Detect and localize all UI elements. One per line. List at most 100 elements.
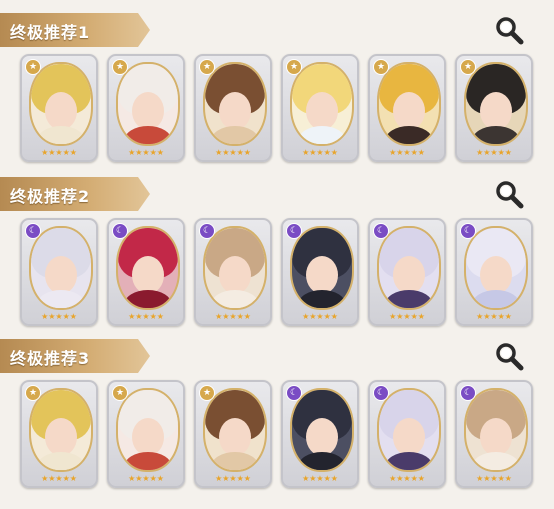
character-portrait: [377, 226, 441, 310]
star-rating: ★★★★★: [215, 312, 251, 321]
character-outfit: [37, 290, 85, 308]
character-portrait: [116, 62, 180, 146]
star-rating: ★★★★★: [302, 474, 338, 483]
character-portrait: [290, 388, 354, 472]
character-outfit: [472, 290, 520, 308]
section-banner: 终极推荐2: [0, 177, 150, 211]
magnifier-icon[interactable]: [494, 341, 524, 371]
magnifier-icon[interactable]: [494, 15, 524, 45]
section-banner: 终极推荐3: [0, 339, 150, 373]
character-card-red-hair[interactable]: ☾ ★★★★★: [107, 218, 185, 326]
character-portrait: [116, 388, 180, 472]
character-portrait: [203, 388, 267, 472]
character-portrait: [290, 226, 354, 310]
rarity-moon-badge-icon: ☾: [373, 223, 389, 239]
rarity-moon-badge-icon: ☾: [460, 223, 476, 239]
rarity-moon-badge-icon: ☾: [25, 223, 41, 239]
character-portrait: [377, 62, 441, 146]
character-face: [306, 92, 338, 130]
rarity-star-badge-icon: ★: [112, 385, 128, 401]
star-rating: ★★★★★: [476, 474, 512, 483]
character-face: [393, 92, 425, 130]
star-rating: ★★★★★: [389, 474, 425, 483]
rarity-star-badge-icon: ★: [286, 59, 302, 75]
rarity-star-badge-icon: ★: [199, 59, 215, 75]
character-card-blonde-hero[interactable]: ★ ★★★★★: [20, 380, 98, 488]
character-outfit: [385, 290, 433, 308]
character-card-dark-knight[interactable]: ☾ ★★★★★: [281, 380, 359, 488]
character-face: [219, 256, 251, 294]
rarity-star-badge-icon: ★: [25, 385, 41, 401]
character-outfit: [37, 126, 85, 144]
magnifier-icon[interactable]: [494, 179, 524, 209]
character-portrait: [116, 226, 180, 310]
character-card-brown-hair[interactable]: ★ ★★★★★: [194, 380, 272, 488]
character-card-light-brown-maid[interactable]: ☾ ★★★★★: [194, 218, 272, 326]
character-card-brown-hair[interactable]: ★ ★★★★★: [194, 54, 272, 162]
rarity-moon-badge-icon: ☾: [199, 223, 215, 239]
character-face: [306, 418, 338, 456]
character-card-blonde-hero[interactable]: ★ ★★★★★: [20, 54, 98, 162]
character-card-lavender-hair[interactable]: ☾ ★★★★★: [368, 218, 446, 326]
rarity-moon-badge-icon: ☾: [373, 385, 389, 401]
character-card-blonde-white-hat[interactable]: ★ ★★★★★: [281, 54, 359, 162]
character-portrait: [203, 62, 267, 146]
star-rating: ★★★★★: [41, 474, 77, 483]
star-rating: ★★★★★: [389, 148, 425, 157]
star-rating: ★★★★★: [215, 474, 251, 483]
star-rating: ★★★★★: [476, 148, 512, 157]
star-rating: ★★★★★: [128, 474, 164, 483]
character-outfit: [211, 290, 259, 308]
character-outfit: [472, 452, 520, 470]
rarity-star-badge-icon: ★: [112, 59, 128, 75]
character-outfit: [211, 126, 259, 144]
star-rating: ★★★★★: [128, 148, 164, 157]
star-rating: ★★★★★: [302, 312, 338, 321]
character-outfit: [298, 452, 346, 470]
character-face: [393, 418, 425, 456]
character-card-gold-ornate[interactable]: ★ ★★★★★: [368, 54, 446, 162]
star-rating: ★★★★★: [389, 312, 425, 321]
character-card-light-brown-maid[interactable]: ☾ ★★★★★: [455, 380, 533, 488]
rarity-moon-badge-icon: ☾: [112, 223, 128, 239]
character-card-silver-maid[interactable]: ☾ ★★★★★: [20, 218, 98, 326]
character-face: [306, 256, 338, 294]
character-card-white-red-hat[interactable]: ★ ★★★★★: [107, 54, 185, 162]
character-outfit: [298, 126, 346, 144]
character-outfit: [124, 452, 172, 470]
character-card-white-bonnet[interactable]: ☾ ★★★★★: [455, 218, 533, 326]
character-portrait: [290, 62, 354, 146]
character-face: [393, 256, 425, 294]
star-rating: ★★★★★: [302, 148, 338, 157]
character-face: [480, 92, 512, 130]
star-rating: ★★★★★: [41, 312, 77, 321]
section-title: 终极推荐2: [10, 187, 91, 206]
character-outfit: [124, 126, 172, 144]
rarity-star-badge-icon: ★: [373, 59, 389, 75]
star-rating: ★★★★★: [41, 148, 77, 157]
character-portrait: [29, 62, 93, 146]
character-outfit: [298, 290, 346, 308]
rarity-star-badge-icon: ★: [199, 385, 215, 401]
star-rating: ★★★★★: [215, 148, 251, 157]
character-face: [45, 92, 77, 130]
star-rating: ★★★★★: [128, 312, 164, 321]
character-face: [219, 92, 251, 130]
character-face: [219, 418, 251, 456]
character-portrait: [29, 388, 93, 472]
character-card-dark-hair-man[interactable]: ★ ★★★★★: [455, 54, 533, 162]
character-outfit: [385, 126, 433, 144]
character-face: [132, 418, 164, 456]
character-card-dark-knight[interactable]: ☾ ★★★★★: [281, 218, 359, 326]
character-face: [480, 418, 512, 456]
character-card-lavender-hair[interactable]: ☾ ★★★★★: [368, 380, 446, 488]
section-title: 终极推荐1: [10, 23, 91, 42]
rarity-moon-badge-icon: ☾: [286, 385, 302, 401]
character-portrait: [464, 62, 528, 146]
star-rating: ★★★★★: [476, 312, 512, 321]
character-face: [45, 256, 77, 294]
character-outfit: [472, 126, 520, 144]
character-card-white-red-hat[interactable]: ★ ★★★★★: [107, 380, 185, 488]
character-portrait: [29, 226, 93, 310]
character-portrait: [203, 226, 267, 310]
